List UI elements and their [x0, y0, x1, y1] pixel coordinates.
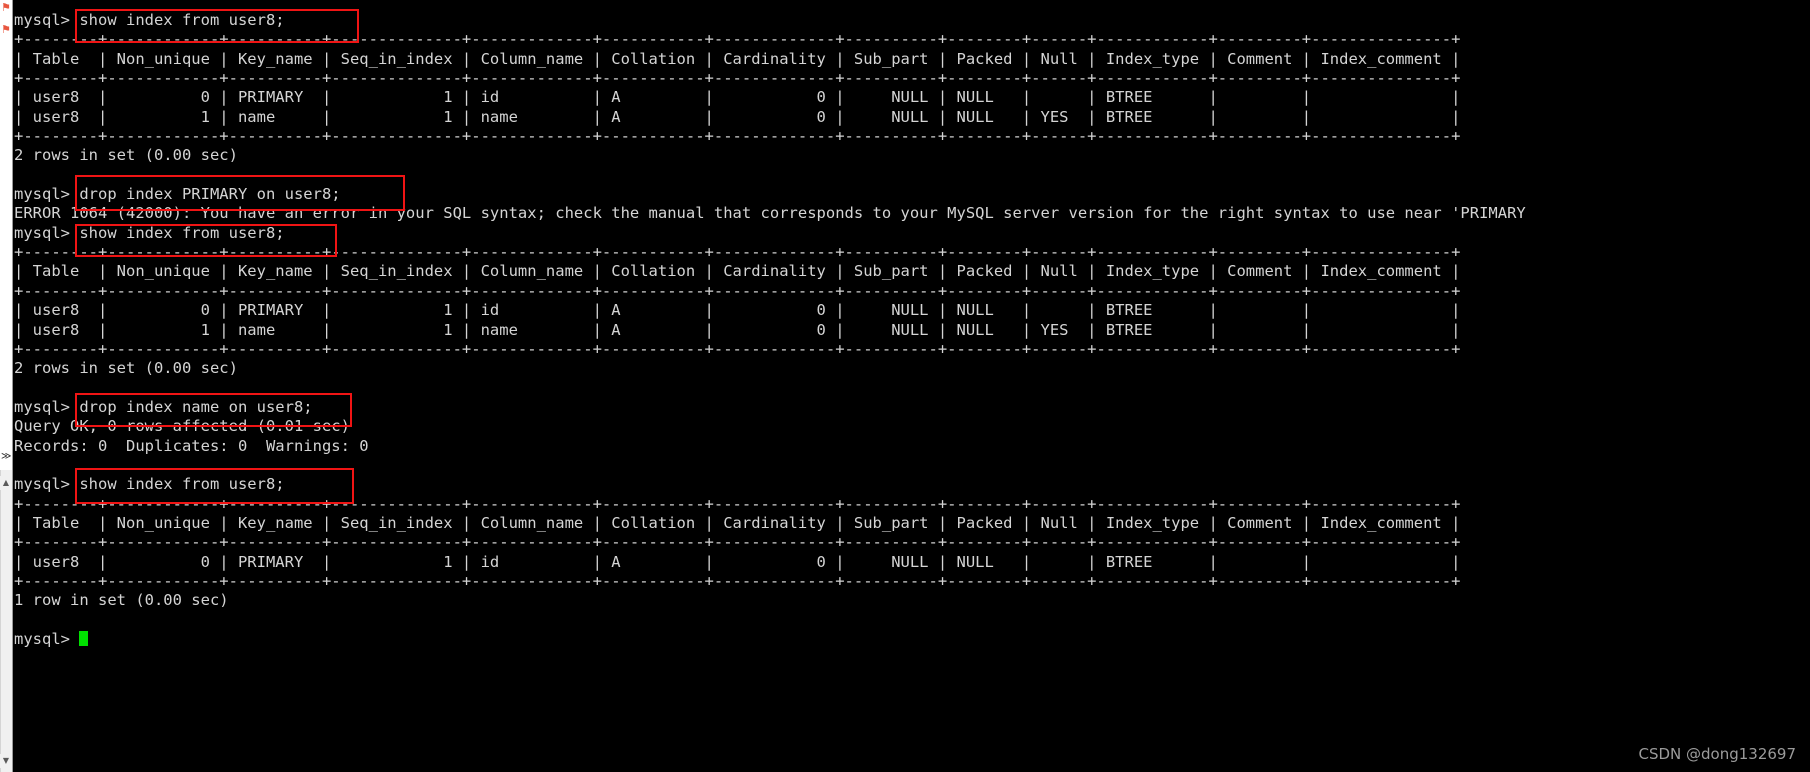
- terminal-line: mysql> show index from user8;: [14, 475, 285, 494]
- terminal-line: 2 rows in set (0.00 sec): [14, 359, 238, 378]
- terminal-window: ⚑ ⚑ ≫ ▲ ▼ mysql> show index from user8; +…: [0, 0, 1810, 772]
- terminal-line: +--------+------------+----------+------…: [14, 30, 1461, 49]
- terminal-line: mysql> drop index PRIMARY on user8;: [14, 185, 341, 204]
- gutter-expand-icon[interactable]: ≫: [1, 450, 11, 464]
- terminal-line: +--------+------------+----------+------…: [14, 494, 1461, 513]
- terminal-line: | user8 | 0 | PRIMARY | 1 | id | A | 0 |…: [14, 301, 1461, 320]
- terminal-line: ERROR 1064 (42000): You have an error in…: [14, 204, 1526, 223]
- terminal-line: | Table | Non_unique | Key_name | Seq_in…: [14, 513, 1461, 532]
- terminal-line: mysql>: [14, 630, 1810, 649]
- terminal-line: +--------+------------+----------+------…: [14, 69, 1461, 88]
- terminal-line: +--------+------------+----------+------…: [14, 243, 1461, 262]
- terminal-line: mysql> show index from user8;: [14, 11, 285, 29]
- terminal-line: mysql> drop index name on user8;: [14, 397, 313, 416]
- terminal-line: | user8 | 0 | PRIMARY | 1 | id | A | 0 |…: [14, 88, 1461, 107]
- window-left-gutter: ⚑ ⚑ ≫ ▲ ▼: [0, 0, 13, 772]
- terminal-line: | user8 | 1 | name | 1 | name | A | 0 | …: [14, 320, 1461, 339]
- terminal-output[interactable]: mysql> show index from user8; +--------+-…: [14, 0, 1810, 772]
- terminal-line: mysql> show index from user8;: [14, 223, 285, 242]
- terminal-line: +--------+------------+----------+------…: [14, 281, 1461, 300]
- terminal-line: | Table | Non_unique | Key_name | Seq_in…: [14, 49, 1461, 68]
- text-cursor: [79, 631, 89, 646]
- terminal-line: | Table | Non_unique | Key_name | Seq_in…: [14, 262, 1461, 281]
- terminal-line: | user8 | 1 | name | 1 | name | A | 0 | …: [14, 107, 1461, 126]
- terminal-line: Records: 0 Duplicates: 0 Warnings: 0: [14, 436, 369, 455]
- gutter-marker-icon-1: ⚑: [1, 1, 11, 14]
- gutter-marker-icon-2: ⚑: [1, 23, 11, 36]
- vertical-scrollbar-track[interactable]: [0, 470, 12, 772]
- terminal-line: +--------+------------+----------+------…: [14, 339, 1461, 358]
- terminal-line: Query OK, 0 rows affected (0.01 sec): [14, 417, 350, 436]
- scroll-up-icon[interactable]: ▲: [0, 476, 12, 490]
- terminal-line: +--------+------------+----------+------…: [14, 533, 1461, 552]
- terminal-line: +--------+------------+----------+------…: [14, 127, 1461, 146]
- terminal-line: 1 row in set (0.00 sec): [14, 591, 229, 610]
- scroll-down-icon[interactable]: ▼: [0, 754, 12, 768]
- shell-prompt: mysql>: [14, 630, 80, 648]
- terminal-line: | user8 | 0 | PRIMARY | 1 | id | A | 0 |…: [14, 552, 1461, 571]
- terminal-line: 2 rows in set (0.00 sec): [14, 146, 238, 165]
- watermark-text: CSDN @dong132697: [1638, 745, 1796, 763]
- terminal-line: +--------+------------+----------+------…: [14, 571, 1461, 590]
